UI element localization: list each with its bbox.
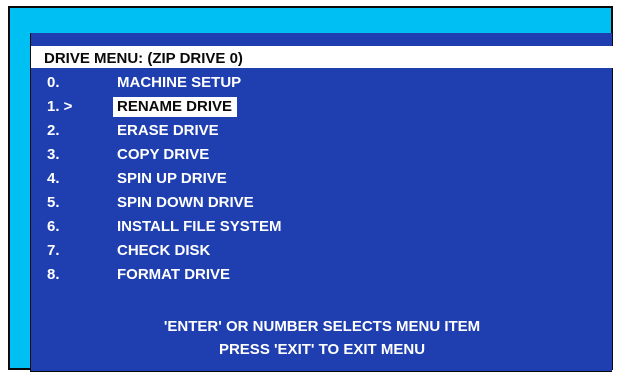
menu-item-label: MACHINE SETUP: [117, 74, 242, 91]
menu-title: DRIVE MENU: (ZIP DRIVE 0): [44, 50, 243, 67]
menu-screen: DRIVE MENU: (ZIP DRIVE 0) 0. MACHINE SET…: [30, 33, 613, 372]
menu-item-label: SPIN UP DRIVE: [117, 170, 227, 187]
menu-item-number: 7.: [47, 242, 60, 259]
menu-item-label: CHECK DISK: [117, 242, 211, 259]
menu-item-check-disk[interactable]: 7. CHECK DISK: [31, 240, 431, 262]
menu-item-format-drive[interactable]: 8. FORMAT DRIVE: [31, 264, 431, 286]
menu-item-number: 3.: [47, 146, 60, 163]
menu-item-number: 5.: [47, 194, 60, 211]
menu-item-number: 2.: [47, 122, 60, 139]
menu-item-label: SPIN DOWN DRIVE: [117, 194, 254, 211]
menu-item-number: 8.: [47, 266, 60, 283]
menu-item-rename-drive[interactable]: 1. > RENAME DRIVE: [31, 96, 431, 118]
menu-item-spin-up-drive[interactable]: 4. SPIN UP DRIVE: [31, 168, 431, 190]
menu-item-label: COPY DRIVE: [117, 146, 210, 163]
menu-item-number: 0.: [47, 74, 60, 91]
menu-item-label: INSTALL FILE SYSTEM: [117, 218, 282, 235]
help-text-select: 'ENTER' OR NUMBER SELECTS MENU ITEM: [163, 318, 481, 335]
menu-item-install-file-system[interactable]: 6. INSTALL FILE SYSTEM: [31, 216, 431, 238]
menu-item-machine-setup[interactable]: 0. MACHINE SETUP: [31, 72, 431, 94]
title-bar: DRIVE MENU: (ZIP DRIVE 0): [31, 46, 613, 68]
menu-item-erase-drive[interactable]: 2. ERASE DRIVE: [31, 120, 431, 142]
menu-item-label: ERASE DRIVE: [117, 122, 219, 139]
menu-item-spin-down-drive[interactable]: 5. SPIN DOWN DRIVE: [31, 192, 431, 214]
menu-item-number: 6.: [47, 218, 60, 235]
help-text-exit: PRESS 'EXIT' TO EXIT MENU: [218, 341, 426, 358]
menu-item-label: FORMAT DRIVE: [117, 266, 231, 283]
menu-item-number: 1. >: [47, 98, 73, 115]
menu-item-label-selected: RENAME DRIVE: [113, 97, 238, 117]
display-frame: DRIVE MENU: (ZIP DRIVE 0) 0. MACHINE SET…: [8, 6, 613, 372]
menu-item-number: 4.: [47, 170, 60, 187]
menu-item-copy-drive[interactable]: 3. COPY DRIVE: [31, 144, 431, 166]
